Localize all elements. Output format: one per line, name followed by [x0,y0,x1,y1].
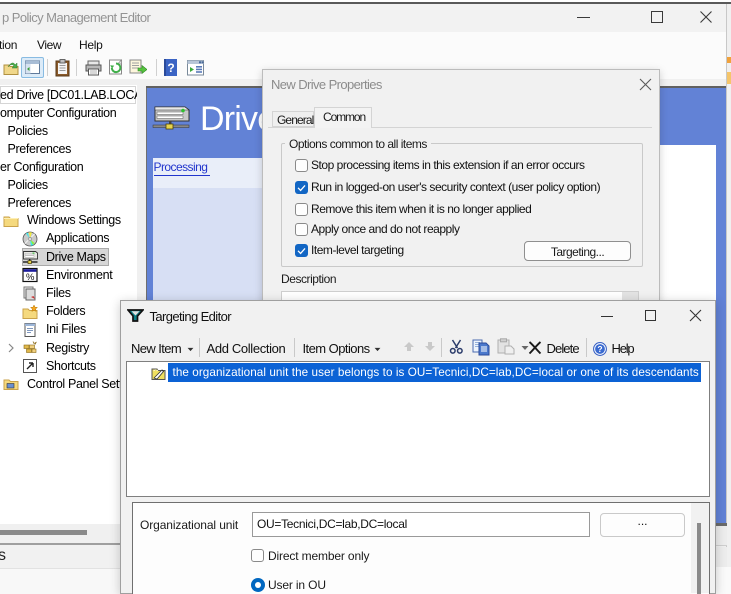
svg-text:?: ? [597,344,602,354]
svg-text:?: ? [167,61,174,75]
svg-text:%: % [26,272,35,283]
